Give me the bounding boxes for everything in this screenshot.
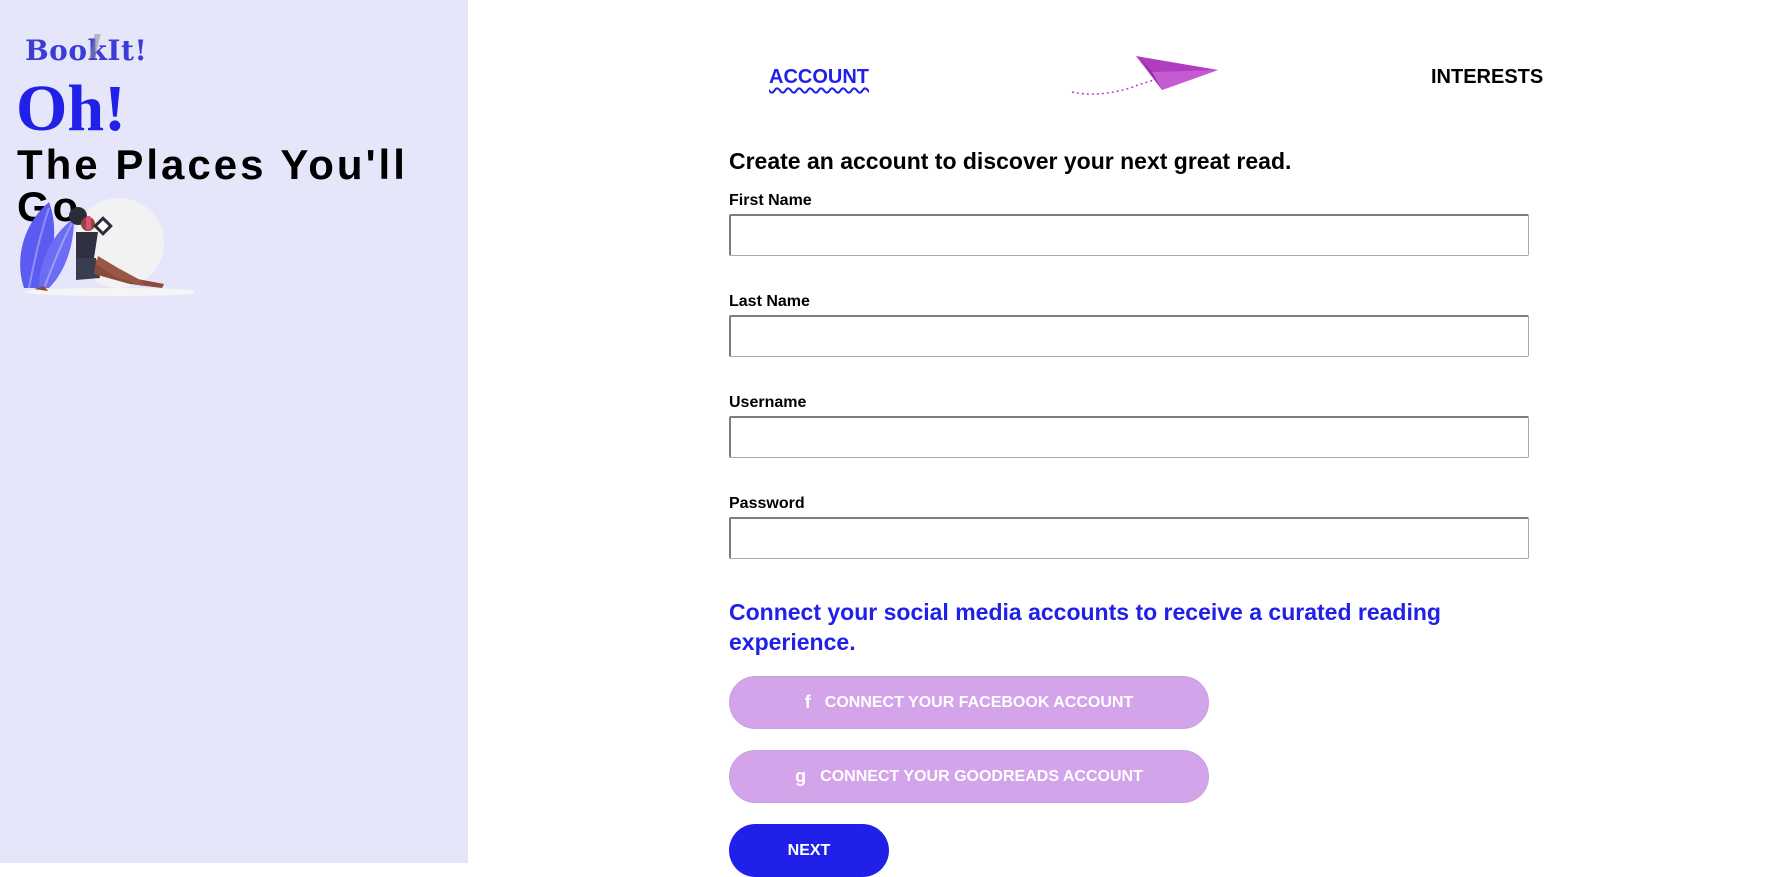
headline: Oh! — [16, 72, 127, 145]
next-button[interactable]: NEXT — [729, 824, 889, 877]
first-name-label: First Name — [729, 192, 812, 209]
signup-panel: ACCOUNT INTERESTS Create an account to d… — [468, 0, 1788, 877]
username-label: Username — [729, 394, 807, 411]
form-intro: Create an account to discover your next … — [729, 148, 1292, 174]
last-name-field: Last Name — [729, 291, 1529, 357]
connect-facebook-label: CONNECT YOUR FACEBOOK ACCOUNT — [824, 693, 1134, 711]
reading-woman-illustration — [20, 198, 194, 296]
first-name-field: First Name — [729, 190, 1529, 256]
username-input[interactable] — [729, 416, 1529, 458]
password-field: Password — [729, 493, 1529, 559]
step-account[interactable]: ACCOUNT — [769, 66, 869, 89]
last-name-input[interactable] — [729, 315, 1529, 357]
username-field: Username — [729, 392, 1529, 458]
brand-logo[interactable]: BookIt! — [25, 34, 147, 67]
password-input[interactable] — [729, 517, 1529, 559]
step-interests[interactable]: INTERESTS — [1431, 66, 1543, 89]
account-form: Create an account to discover your next … — [729, 146, 1529, 877]
paper-plane-icon — [1071, 56, 1218, 95]
connect-heading: Connect your social media accounts to re… — [729, 599, 1441, 655]
connect-goodreads-label: CONNECT YOUR GOODREADS ACCOUNT — [820, 767, 1143, 785]
first-name-input[interactable] — [729, 214, 1529, 256]
goodreads-icon: g — [795, 766, 807, 786]
connect-goodreads-button[interactable]: g CONNECT YOUR GOODREADS ACCOUNT — [729, 750, 1209, 803]
password-label: Password — [729, 495, 805, 512]
connect-facebook-button[interactable]: f CONNECT YOUR FACEBOOK ACCOUNT — [729, 676, 1209, 729]
facebook-icon: f — [804, 692, 811, 712]
last-name-label: Last Name — [729, 293, 810, 310]
brand-sidebar: BookIt! Oh! The Places You'll Go — [0, 0, 468, 863]
signup-steps: ACCOUNT INTERESTS — [468, 56, 1788, 108]
